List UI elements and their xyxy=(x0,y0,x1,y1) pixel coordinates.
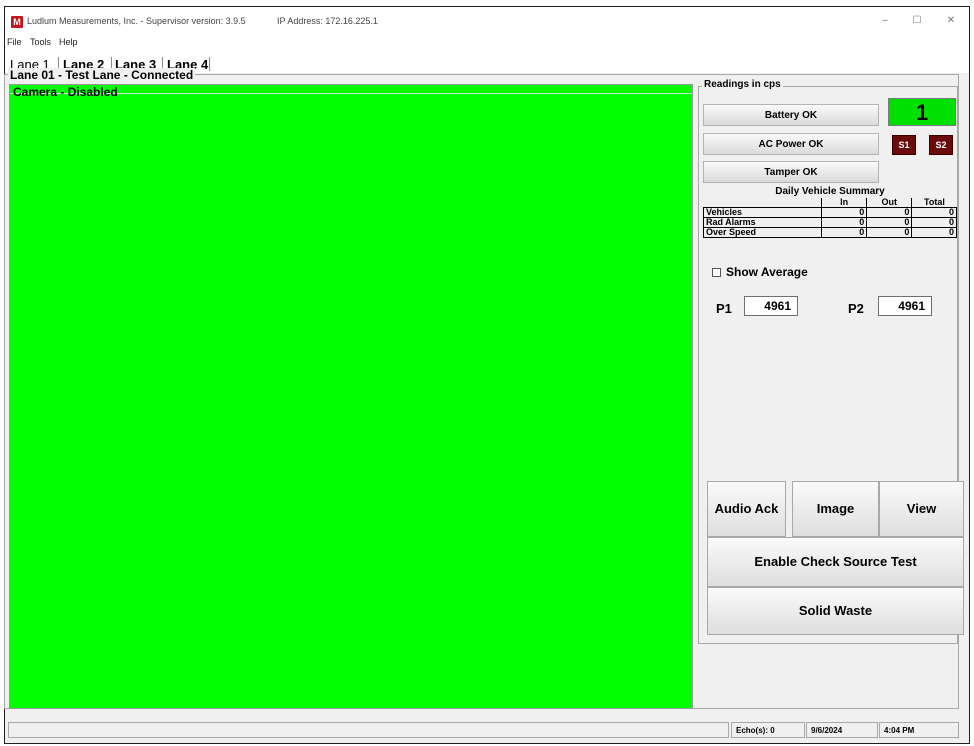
close-icon[interactable]: ✕ xyxy=(937,11,965,31)
tab-separator xyxy=(209,57,210,71)
menu-tools[interactable]: Tools xyxy=(30,37,51,47)
table-row: Over Speed 0 0 0 xyxy=(702,227,957,238)
ludlum-logo-icon: M xyxy=(11,16,23,28)
menu-help[interactable]: Help xyxy=(59,37,78,47)
summary-cell: 0 xyxy=(866,217,913,228)
table-row: Rad Alarms 0 0 0 xyxy=(702,217,957,228)
ac-power-status-button[interactable]: AC Power OK xyxy=(703,133,879,155)
status-date: 9/6/2024 xyxy=(806,722,878,738)
maximize-icon[interactable]: ☐ xyxy=(903,11,931,31)
status-echo: Echo(s): 0 xyxy=(731,722,805,738)
image-button[interactable]: Image xyxy=(792,481,879,537)
daily-summary-table: In Out Total Vehicles 0 0 0 Rad Alarms 0… xyxy=(702,198,957,238)
status-time: 4:04 PM xyxy=(879,722,959,738)
ip-address: IP Address: 172.16.225.1 xyxy=(277,16,378,26)
p2-value-field: 4961 xyxy=(878,296,932,316)
summary-cell: 0 xyxy=(821,207,868,218)
title-bar: M Ludlum Measurements, Inc. - Supervisor… xyxy=(5,7,969,35)
status-bar-main xyxy=(8,722,729,738)
p2-label: P2 xyxy=(848,301,864,316)
table-row: Vehicles 0 0 0 xyxy=(702,207,957,218)
tamper-status-button[interactable]: Tamper OK xyxy=(703,161,879,183)
summary-row-label: Vehicles xyxy=(702,207,823,218)
show-average-checkbox[interactable] xyxy=(712,268,721,277)
audio-ack-button[interactable]: Audio Ack xyxy=(707,481,786,537)
battery-status-button[interactable]: Battery OK xyxy=(703,104,879,126)
lane-group-title: Lane 01 - Test Lane - Connected xyxy=(8,68,196,82)
s2-button[interactable]: S2 xyxy=(929,135,953,155)
menu-bar: File Tools Help xyxy=(5,35,969,51)
summary-cell: 0 xyxy=(911,227,957,238)
summary-cell: 0 xyxy=(866,227,913,238)
summary-cell: 0 xyxy=(911,217,957,228)
summary-row-label: Rad Alarms xyxy=(702,217,823,228)
summary-cell: 0 xyxy=(866,207,913,218)
window-title: Ludlum Measurements, Inc. - Supervisor v… xyxy=(27,16,246,26)
s1-button[interactable]: S1 xyxy=(892,135,916,155)
camera-status-title: Camera - Disabled xyxy=(13,85,118,99)
p1-value-field: 4961 xyxy=(744,296,798,316)
lane-number-indicator: 1 xyxy=(888,98,956,126)
camera-view xyxy=(9,84,693,709)
solid-waste-button[interactable]: Solid Waste xyxy=(707,587,964,635)
enable-check-source-test-button[interactable]: Enable Check Source Test xyxy=(707,537,964,587)
show-average-label: Show Average xyxy=(726,265,808,279)
summary-cell: 0 xyxy=(821,217,868,228)
menu-file[interactable]: File xyxy=(7,37,22,47)
minimize-icon[interactable]: – xyxy=(871,11,899,31)
view-button[interactable]: View xyxy=(879,481,964,537)
summary-cell: 0 xyxy=(821,227,868,238)
readings-title: Readings in cps xyxy=(702,79,783,90)
summary-row-label: Over Speed xyxy=(702,227,823,238)
p1-label: P1 xyxy=(716,301,732,316)
summary-cell: 0 xyxy=(911,207,957,218)
daily-summary-title: Daily Vehicle Summary xyxy=(775,186,885,197)
